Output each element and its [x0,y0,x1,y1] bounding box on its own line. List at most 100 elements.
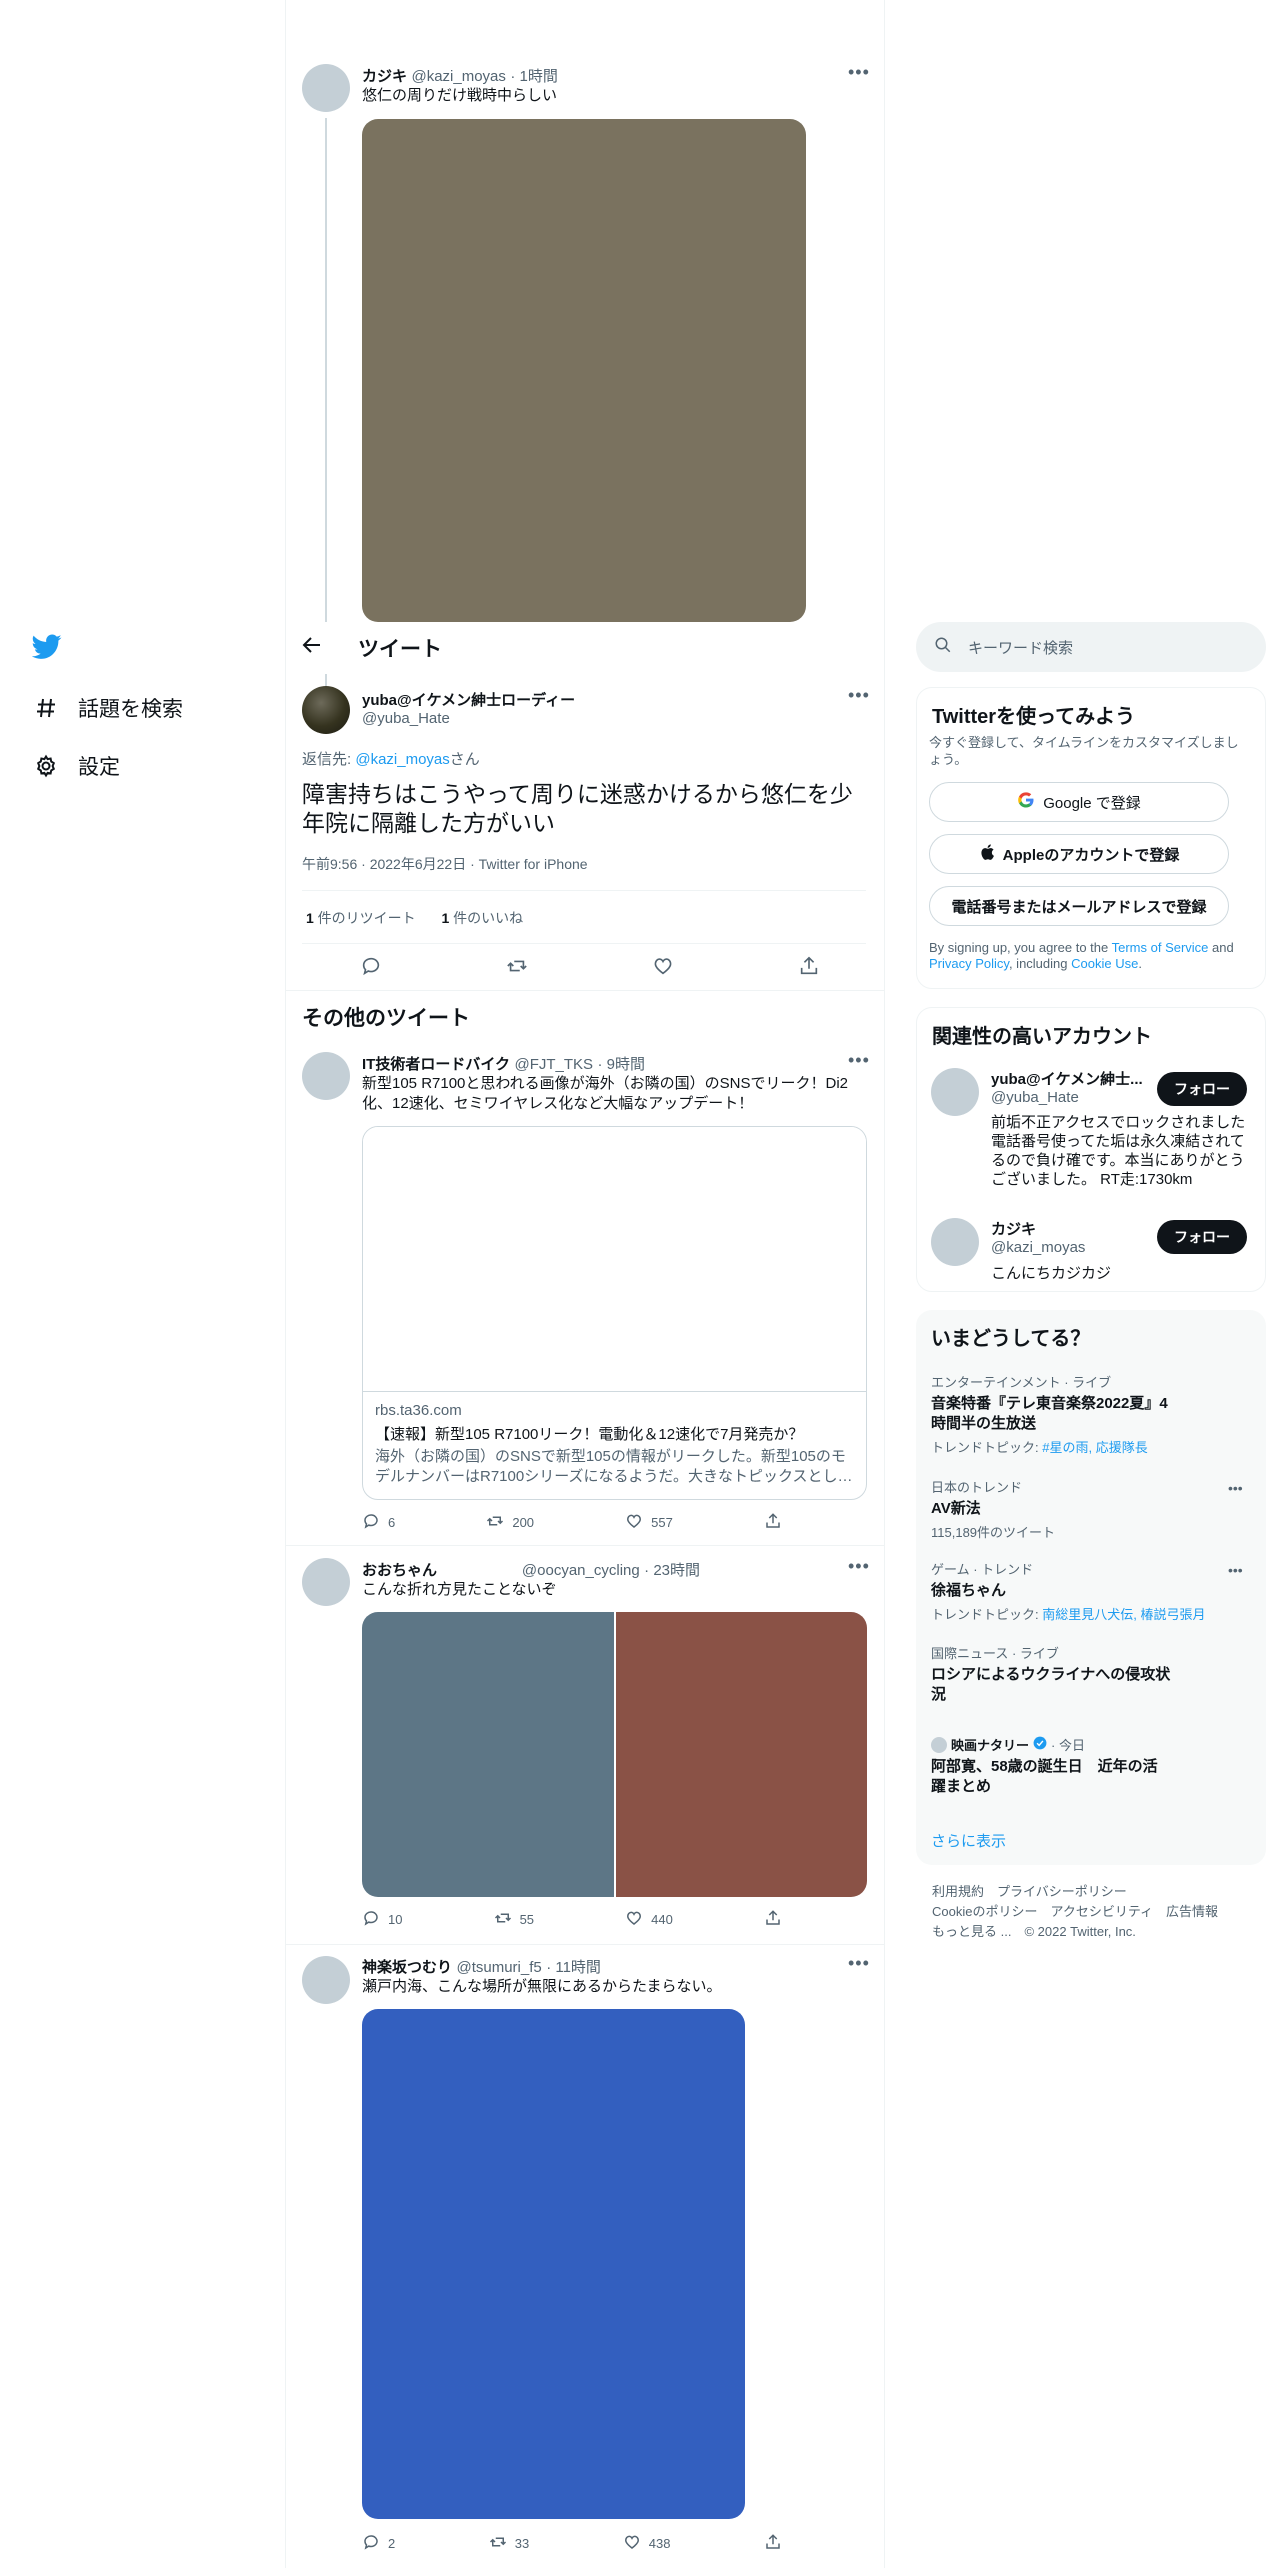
trend-item[interactable]: ゲーム · トレンド 徐福ちゃん トレンドトピック: 南総里見八犬伝, 椿説弓張… [931,1559,1251,1623]
trend-topic-link[interactable]: #星の雨, 応援隊長 [1042,1440,1147,1455]
share-button[interactable] [764,1909,782,1930]
follow-button[interactable]: フォロー [1157,1220,1247,1254]
reply-button[interactable]: 6 [362,1512,395,1533]
like-button[interactable]: 440 [625,1909,673,1930]
account-handle[interactable]: @kazi_moyas [991,1239,1085,1256]
tweet-text: こんな折れ方見たことないぞ [362,1581,557,1598]
avatar[interactable] [931,1068,979,1116]
author-name[interactable]: 神楽坂つむり [362,1959,452,1976]
more-tweets-heading: その他のツイート [302,1007,470,1030]
terms-link[interactable]: Terms of Service [1112,940,1209,955]
author-handle[interactable]: @kazi_moyas [411,68,505,85]
avatar[interactable] [302,1558,350,1606]
nav-settings[interactable]: 設定 [32,751,120,781]
avatar[interactable] [931,1218,979,1266]
share-icon[interactable] [798,955,820,982]
like-button[interactable]: 438 [623,2533,671,2554]
footer-line[interactable]: もっと見る ... © 2022 Twitter, Inc. [932,1922,1218,1942]
author-handle[interactable]: @tsumuri_f5 [456,1959,541,1976]
apple-icon [979,843,995,865]
author-handle[interactable]: @yuba_Hate [362,710,450,727]
footer-line[interactable]: Cookieのポリシー アクセシビリティ 広告情報 [932,1902,1218,1922]
trend-item[interactable]: 国際ニュース · ライブ ロシアによるウクライナへの侵攻状況 [931,1643,1251,1705]
more-options-icon[interactable]: ••• [848,1050,870,1071]
more-options-icon[interactable]: ••• [1228,1480,1243,1496]
avatar[interactable] [302,1052,350,1100]
trend-category: エンターテインメント · ライブ [931,1375,1112,1390]
retweet-stat[interactable]: 1 件のリツイート [306,910,416,926]
more-options-icon[interactable]: ••• [1228,1562,1243,1578]
tweet-header: 神楽坂つむり @tsumuri_f5 · 11時間 [362,1956,601,1977]
more-options-icon[interactable]: ••• [848,62,870,83]
search-box[interactable]: キーワード検索 [916,622,1266,672]
avatar[interactable] [302,64,350,112]
account-bio: こんにちカジカジ [991,1265,1112,1282]
like-stat[interactable]: 1 件のいいね [441,910,523,926]
reply-to-link[interactable]: @kazi_moyas [355,751,449,768]
show-more-link[interactable]: さらに表示 [931,1830,1006,1851]
trend-title: AV新法 [931,1500,981,1517]
tweet-image[interactable] [362,2009,745,2519]
like-count: 438 [648,2536,671,2551]
phone-signup-button[interactable]: 電話番号またはメールアドレスで登録 [929,886,1229,926]
retweet-button[interactable]: 55 [494,1909,534,1930]
cookie-link[interactable]: Cookie Use [1071,956,1138,971]
trend-item[interactable]: 映画ナタリー · 今日 阿部寛、58歳の誕生日 近年の活躍まとめ [931,1735,1251,1797]
twitter-logo-icon[interactable] [31,634,66,664]
link-card-image [363,1127,866,1392]
tweet-text: 悠仁の周りだけ戦時中らしい [362,87,558,104]
share-button[interactable] [764,1512,782,1533]
author-name[interactable]: yuba@イケメン紳士ローディー [362,689,575,710]
relevant-title: 関連性の高いアカウント [932,1026,1152,1048]
link-card[interactable]: rbs.ta36.com 【速報】新型105 R7100リーク！電動化＆12速化… [362,1126,867,1500]
more-options-icon[interactable]: ••• [848,685,870,706]
share-button[interactable] [764,2533,782,2554]
reply-icon[interactable] [360,955,382,982]
trend-item[interactable]: 日本のトレンド AV新法 115,189件のツイート [931,1477,1251,1541]
reply-button[interactable]: 2 [362,2533,395,2554]
tweet-image[interactable] [615,1612,867,1897]
follow-button[interactable]: フォロー [1157,1072,1247,1106]
tweet-actions: 2 33 438 [362,2533,782,2554]
tweet-meta[interactable]: 午前9:56 · 2022年6月22日 · Twitter for iPhone [302,854,588,874]
trend-topic-link[interactable]: 南総里見八犬伝, 椿説弓張月 [1042,1607,1205,1622]
like-icon [625,1512,643,1533]
nav-explore[interactable]: 話題を検索 [32,693,183,723]
like-icon[interactable] [652,955,674,982]
retweet-button[interactable]: 200 [486,1512,534,1533]
privacy-link[interactable]: Privacy Policy [929,956,1009,971]
author-name[interactable]: おおちゃん [362,1562,437,1579]
like-count: 557 [651,1515,673,1530]
tweet-time[interactable]: · 23時間 [644,1562,700,1579]
trend-title: 音楽特番『テレ東音楽祭2022夏』4時間半の生放送 [931,1395,1168,1432]
apple-signup-button[interactable]: Appleのアカウントで登録 [929,834,1229,874]
author-name[interactable]: カジキ [362,68,407,85]
retweet-icon[interactable] [506,955,528,982]
reply-suffix: さん [449,751,480,768]
account-name[interactable]: yuba@イケメン紳士... [991,1068,1143,1089]
author-handle[interactable]: @FJT_TKS [514,1056,593,1073]
more-options-icon[interactable]: ••• [848,1953,870,1974]
account-name[interactable]: カジキ [991,1218,1036,1239]
tweet-image[interactable] [362,1612,614,1897]
reply-button[interactable]: 10 [362,1909,402,1930]
trend-item[interactable]: エンターテインメント · ライブ 音楽特番『テレ東音楽祭2022夏』4時間半の生… [931,1372,1251,1456]
retweet-button[interactable]: 33 [489,2533,529,2554]
google-signup-button[interactable]: Google で登録 [929,782,1229,822]
avatar[interactable] [302,686,350,734]
retweet-icon [494,1909,512,1930]
tweet-time[interactable]: · 11時間 [546,1959,601,1976]
footer-line[interactable]: 利用規約 プライバシーポリシー [932,1882,1218,1902]
gear-icon [32,752,60,780]
like-button[interactable]: 557 [625,1512,673,1533]
author-name[interactable]: IT技術者ロードバイク [362,1056,510,1073]
tweet-image[interactable] [362,119,806,622]
back-arrow-icon[interactable] [302,635,322,661]
account-bio: 前垢不正アクセスでロックされました 電話番号使ってた垢は永久凍結されてるので負け… [991,1114,1246,1188]
account-handle[interactable]: @yuba_Hate [991,1089,1079,1106]
tweet-time[interactable]: · 9時間 [598,1056,646,1073]
avatar[interactable] [302,1956,350,2004]
tweet-time[interactable]: · 1時間 [510,68,558,85]
more-options-icon[interactable]: ••• [848,1556,870,1577]
author-handle[interactable]: @oocyan_cycling [522,1562,640,1579]
